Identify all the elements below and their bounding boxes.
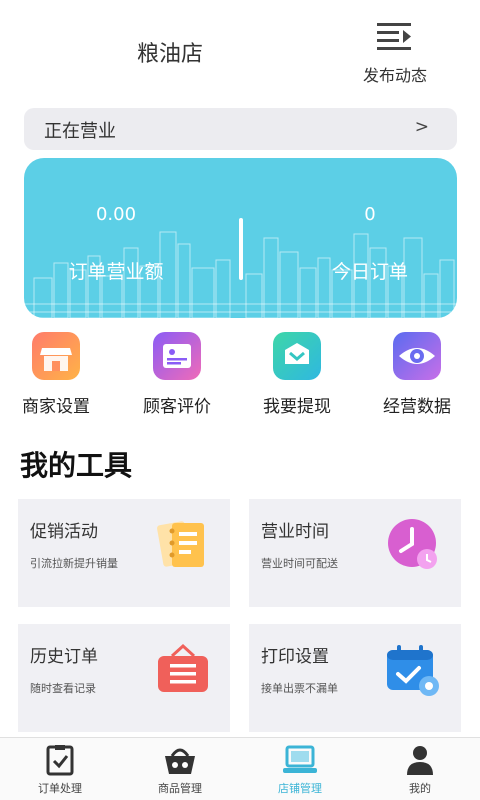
today-orders-label: 今日订单: [331, 261, 408, 283]
section-title: 我的工具: [20, 449, 133, 482]
order-revenue-value: 0.00: [95, 204, 137, 225]
stats-card: 0.00 订单营业额 0 今日订单: [24, 158, 457, 318]
laptop-icon: [283, 745, 317, 773]
publish-post-label: 发布动态: [362, 66, 427, 85]
tool-title: 营业时间: [261, 522, 329, 542]
tab-product-management[interactable]: 商品管理: [120, 738, 240, 800]
quick-action-business-data[interactable]: 经营数据: [357, 330, 477, 417]
today-orders-value: 0: [364, 204, 376, 225]
order-revenue-label: 订单营业额: [68, 261, 164, 283]
tool-order-history[interactable]: 历史订单 随时查看记录: [18, 624, 230, 732]
tab-order-processing[interactable]: 订单处理: [0, 738, 120, 800]
quick-action-label: 顾客评价: [143, 397, 211, 417]
tab-label: 我的: [409, 782, 431, 795]
tab-store-management[interactable]: 店铺管理: [240, 738, 360, 800]
quick-action-withdraw[interactable]: 我要提现: [237, 330, 357, 417]
quick-action-label: 我要提现: [263, 397, 331, 417]
header: 粮油店 发布动态: [0, 0, 480, 100]
order-check-icon: [46, 745, 74, 776]
bottom-tab-bar: 订单处理 商品管理 店铺管理 我的: [0, 737, 480, 800]
business-status-bar[interactable]: 正在营业 >: [24, 108, 457, 150]
tool-title: 打印设置: [261, 647, 329, 667]
user-icon: [407, 746, 433, 775]
tool-desc: 接单出票不漏单: [261, 682, 338, 695]
promo-notebook-icon: [157, 521, 204, 567]
tab-label: 订单处理: [38, 782, 82, 795]
storefront-icon: [30, 330, 82, 382]
id-card-icon: [151, 330, 203, 382]
chevron-right-icon: >: [414, 117, 429, 137]
tool-desc: 营业时间可配送: [261, 557, 338, 570]
quick-action-customer-reviews[interactable]: 顾客评价: [117, 330, 237, 417]
quick-action-merchant-settings[interactable]: 商家设置: [0, 330, 116, 417]
basket-icon: [165, 748, 195, 774]
tool-desc: 引流拉新提升销量: [30, 557, 118, 570]
tool-desc: 随时查看记录: [30, 682, 96, 695]
post-list-icon: [377, 23, 411, 50]
publish-post-button[interactable]: 发布动态: [350, 20, 440, 86]
tab-label: 商品管理: [158, 782, 202, 795]
calendar-gear-icon: [387, 645, 439, 696]
business-status-text: 正在营业: [44, 121, 116, 142]
tool-title: 历史订单: [30, 647, 98, 667]
tab-me[interactable]: 我的: [360, 738, 480, 800]
order-board-icon: [158, 643, 208, 692]
quick-action-label: 商家设置: [22, 397, 90, 417]
store-name: 粮油店: [136, 42, 203, 67]
tool-business-hours[interactable]: 营业时间 营业时间可配送: [249, 499, 461, 607]
tool-promotions[interactable]: 促销活动 引流拉新提升销量: [18, 499, 230, 607]
tool-title: 促销活动: [30, 522, 98, 542]
stats-divider: [239, 218, 243, 280]
tab-label: 店铺管理: [278, 782, 322, 795]
tool-print-settings[interactable]: 打印设置 接单出票不漏单: [249, 624, 461, 732]
quick-action-label: 经营数据: [383, 397, 451, 417]
clock-icon: [388, 519, 437, 569]
eye-icon: [391, 330, 443, 382]
withdraw-icon: [271, 330, 323, 382]
